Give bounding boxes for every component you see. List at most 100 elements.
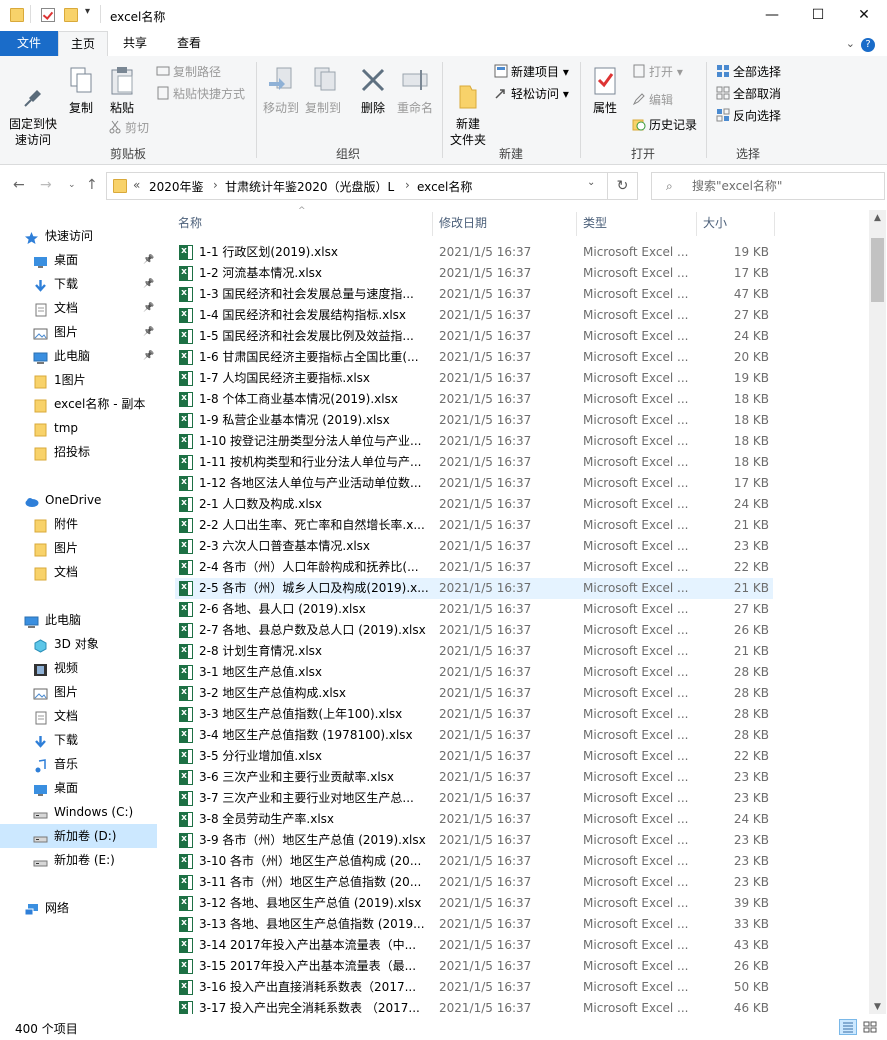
column-header-type[interactable]: 类型 <box>583 214 607 231</box>
easy-access-button[interactable]: 轻松访问 ▾ <box>494 84 569 104</box>
sidebar-item[interactable]: 文档 <box>0 704 157 728</box>
move-to-button[interactable]: 移动到 <box>260 64 302 116</box>
table-row[interactable]: 2-5 各市（州）城乡人口及构成(2019).x... 2021/1/5 16:3… <box>175 578 773 599</box>
table-row[interactable]: 3-2 地区生产总值构成.xlsx 2021/1/5 16:37 Microsoft… <box>175 683 773 704</box>
column-divider[interactable] <box>774 212 775 236</box>
column-header-size[interactable]: 大小 <box>703 214 727 231</box>
sidebar-item[interactable]: Windows (C:) <box>0 800 157 824</box>
breadcrumb-separator[interactable]: › <box>213 178 218 192</box>
table-row[interactable]: 3-4 地区生产总值指数 (1978100).xlsx 2021/1/5 16:3… <box>175 725 773 746</box>
table-row[interactable]: 3-7 三次产业和主要行业对地区生产总... 2021/1/5 16:37 Micr… <box>175 788 773 809</box>
column-header-name[interactable]: 名称 <box>178 214 202 231</box>
select-none-button[interactable]: 全部取消 <box>716 84 781 104</box>
column-divider[interactable] <box>696 212 697 236</box>
table-row[interactable]: 1-4 国民经济和社会发展结构指标.xlsx 2021/1/5 16:37 Micr… <box>175 305 773 326</box>
history-button[interactable]: 历史记录 <box>632 115 697 135</box>
column-divider[interactable] <box>576 212 577 236</box>
close-button[interactable]: ✕ <box>841 0 887 31</box>
tab-view[interactable]: 查看 <box>162 31 216 56</box>
breadcrumb-separator[interactable]: › <box>405 178 410 192</box>
chevron-down-icon[interactable]: ⌄ <box>846 37 855 50</box>
copy-button[interactable]: 复制 <box>64 64 98 116</box>
chevron-down-icon[interactable]: ⌄ <box>587 177 595 188</box>
overflow-chevron[interactable]: « <box>133 178 140 192</box>
pin-icon[interactable]: 📌 <box>143 296 154 320</box>
table-row[interactable]: 2-2 人口出生率、死亡率和自然增长率.x... 2021/1/5 16:37 Mi… <box>175 515 773 536</box>
table-row[interactable]: 3-14 2017年投入产出基本流量表（中... 2021/1/5 16:37 Mi… <box>175 935 773 956</box>
sidebar-item[interactable]: 快速访问 <box>0 224 157 248</box>
table-row[interactable]: 1-5 国民经济和社会发展比例及效益指... 2021/1/5 16:37 Micr… <box>175 326 773 347</box>
new-folder-icon[interactable] <box>64 8 78 22</box>
back-arrow-icon[interactable]: ← <box>13 177 25 193</box>
tab-file[interactable]: 文件 <box>0 31 58 56</box>
sidebar-item[interactable]: 文档 <box>0 560 157 584</box>
table-row[interactable]: 3-12 各地、县地区生产总值 (2019).xlsx 2021/1/5 16:3… <box>175 893 773 914</box>
tab-share[interactable]: 共享 <box>110 31 160 56</box>
table-row[interactable]: 3-9 各市（州）地区生产总值 (2019).xlsx 2021/1/5 16:3… <box>175 830 773 851</box>
large-icons-view-icon[interactable] <box>861 1019 879 1035</box>
table-row[interactable]: 3-6 三次产业和主要行业贡献率.xlsx 2021/1/5 16:37 Micro… <box>175 767 773 788</box>
cut-button[interactable]: 剪切 <box>108 118 149 138</box>
copy-path-button[interactable]: 复制路径 <box>156 62 221 82</box>
scrollbar-thumb[interactable] <box>871 238 884 302</box>
scroll-up-arrow-icon[interactable]: ▲ <box>869 210 886 227</box>
pin-icon[interactable]: 📌 <box>143 248 154 272</box>
table-row[interactable]: 3-11 各市（州）地区生产总值指数 (20... 2021/1/5 16:37 M… <box>175 872 773 893</box>
table-row[interactable]: 2-3 六次人口普查基本情况.xlsx 2021/1/5 16:37 Microso… <box>175 536 773 557</box>
sidebar-item[interactable]: 桌面 📌 <box>0 248 157 272</box>
details-view-icon[interactable] <box>839 1019 857 1035</box>
table-row[interactable]: 1-8 个体工商业基本情况(2019).xlsx 2021/1/5 16:37 Mi… <box>175 389 773 410</box>
copy-to-button[interactable]: 复制到 <box>302 64 344 116</box>
table-row[interactable]: 1-7 人均国民经济主要指标.xlsx 2021/1/5 16:37 Microso… <box>175 368 773 389</box>
sidebar-item[interactable]: 文档 📌 <box>0 296 157 320</box>
sidebar-item[interactable]: 下载 📌 <box>0 272 157 296</box>
table-row[interactable]: 2-8 计划生育情况.xlsx 2021/1/5 16:37 Microsoft E… <box>175 641 773 662</box>
sidebar-item[interactable]: 图片 📌 <box>0 320 157 344</box>
sidebar-item[interactable]: 此电脑 📌 <box>0 344 157 368</box>
sidebar-item[interactable]: 图片 <box>0 536 157 560</box>
rename-button[interactable]: 重命名 <box>394 64 436 116</box>
invert-selection-button[interactable]: 反向选择 <box>716 106 781 126</box>
tab-home[interactable]: 主页 <box>58 31 108 56</box>
sidebar-item[interactable]: tmp <box>0 416 157 440</box>
table-row[interactable]: 3-8 全员劳动生产率.xlsx 2021/1/5 16:37 Microsoft … <box>175 809 773 830</box>
table-row[interactable]: 1-9 私营企业基本情况 (2019).xlsx 2021/1/5 16:37 Mi… <box>175 410 773 431</box>
sidebar-item[interactable]: 招投标 <box>0 440 157 464</box>
table-row[interactable]: 3-10 各市（州）地区生产总值构成 (20... 2021/1/5 16:37 M… <box>175 851 773 872</box>
sidebar-item[interactable]: 此电脑 <box>0 608 157 632</box>
table-row[interactable]: 1-6 甘肃国民经济主要指标占全国比重(... 2021/1/5 16:37 Mic… <box>175 347 773 368</box>
sidebar-item[interactable]: 视频 <box>0 656 157 680</box>
refresh-button[interactable]: ↻ <box>608 172 638 200</box>
customize-quick-access-icon[interactable]: ▾ <box>85 6 90 17</box>
table-row[interactable]: 1-2 河流基本情况.xlsx 2021/1/5 16:37 Microsoft E… <box>175 263 773 284</box>
sidebar-item[interactable]: OneDrive <box>0 488 157 512</box>
table-row[interactable]: 3-13 各地、县地区生产总值指数 (2019... 2021/1/5 16:37… <box>175 914 773 935</box>
sidebar-item[interactable]: 音乐 <box>0 752 157 776</box>
minimize-button[interactable]: — <box>749 0 795 31</box>
pin-icon[interactable]: 📌 <box>143 320 154 344</box>
table-row[interactable]: 1-3 国民经济和社会发展总量与速度指... 2021/1/5 16:37 Micr… <box>175 284 773 305</box>
table-row[interactable]: 3-5 分行业增加值.xlsx 2021/1/5 16:37 Microsoft E… <box>175 746 773 767</box>
pin-icon[interactable]: 📌 <box>143 344 154 368</box>
table-row[interactable]: 1-10 按登记注册类型分法人单位与产业... 2021/1/5 16:37 Mic… <box>175 431 773 452</box>
column-divider[interactable] <box>432 212 433 236</box>
help-icon[interactable]: ? <box>861 38 875 52</box>
table-row[interactable]: 3-1 地区生产总值.xlsx 2021/1/5 16:37 Microsoft E… <box>175 662 773 683</box>
table-row[interactable]: 2-4 各市（州）人口年龄构成和抚养比(... 2021/1/5 16:37 Mic… <box>175 557 773 578</box>
delete-button[interactable]: 删除 <box>354 64 392 116</box>
address-input[interactable]: « 2020年鉴 › 甘肃统计年鉴2020（光盘版）L › excel名称 ⌄ <box>106 172 608 200</box>
breadcrumb-item[interactable]: 2020年鉴 <box>149 178 204 195</box>
forward-arrow-icon[interactable]: → <box>40 177 52 193</box>
table-row[interactable]: 3-15 2017年投入产出基本流量表（最... 2021/1/5 16:37 Mi… <box>175 956 773 977</box>
paste-button[interactable]: 粘贴 <box>104 64 140 116</box>
sidebar-item[interactable]: 新加卷 (E:) <box>0 848 157 872</box>
search-input[interactable]: ⌕ 搜索"excel名称" <box>651 172 885 200</box>
properties-button[interactable]: 属性 <box>586 64 624 116</box>
select-all-button[interactable]: 全部选择 <box>716 62 781 82</box>
sidebar-item[interactable]: 下载 <box>0 728 157 752</box>
sidebar-item[interactable]: 桌面 <box>0 776 157 800</box>
maximize-button[interactable]: ☐ <box>795 0 841 31</box>
sidebar-item[interactable]: 新加卷 (D:) <box>0 824 157 848</box>
table-row[interactable]: 2-1 人口数及构成.xlsx 2021/1/5 16:37 Microsoft E… <box>175 494 773 515</box>
table-row[interactable]: 1-1 行政区划(2019).xlsx 2021/1/5 16:37 Microso… <box>175 242 773 263</box>
